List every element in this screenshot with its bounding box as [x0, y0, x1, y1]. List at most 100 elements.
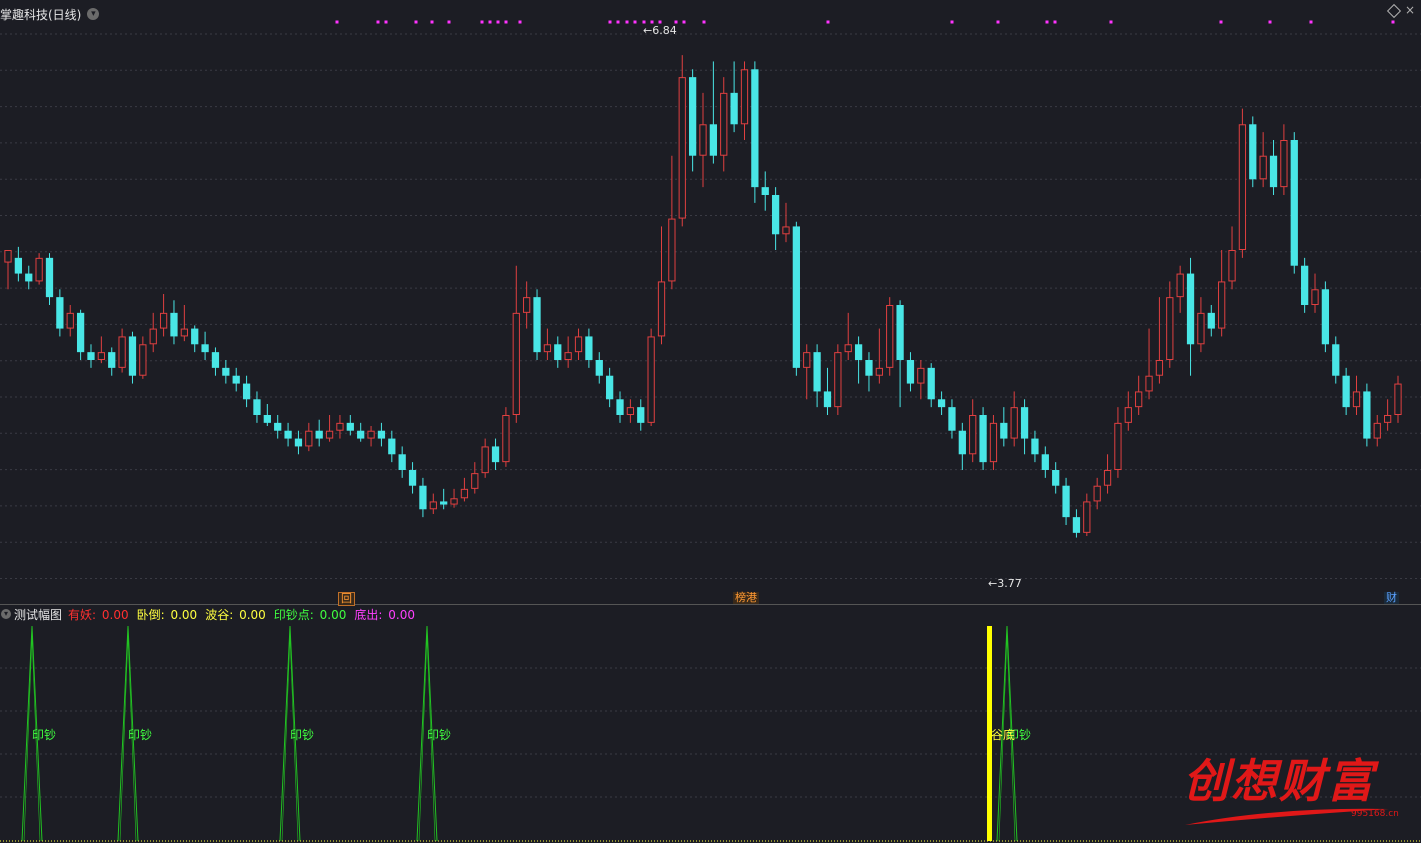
indicator-menu-icon[interactable]: ▾ — [1, 609, 11, 619]
candle[interactable] — [357, 422, 365, 442]
candle[interactable] — [979, 407, 987, 470]
candle[interactable] — [906, 352, 915, 392]
candle[interactable] — [657, 226, 666, 345]
candle[interactable] — [1259, 132, 1267, 188]
candle[interactable] — [637, 399, 645, 431]
candle[interactable] — [346, 415, 354, 436]
candle[interactable] — [170, 300, 178, 345]
candle[interactable] — [1218, 250, 1226, 337]
candle[interactable] — [128, 331, 137, 384]
candle[interactable] — [792, 221, 800, 376]
candle[interactable] — [1083, 493, 1091, 536]
candle[interactable] — [242, 375, 251, 408]
candle[interactable] — [460, 477, 469, 502]
candle[interactable] — [336, 415, 344, 439]
candle[interactable] — [1332, 336, 1340, 384]
candle[interactable] — [937, 391, 946, 415]
candle[interactable] — [108, 347, 116, 376]
candle[interactable] — [1373, 415, 1381, 447]
candle[interactable] — [1238, 108, 1247, 258]
candle[interactable] — [180, 305, 188, 342]
candle[interactable] — [398, 446, 406, 478]
candle[interactable] — [388, 430, 396, 463]
longhubang-marker[interactable]: 榜港 — [733, 592, 759, 604]
candle[interactable] — [45, 253, 54, 305]
candle[interactable] — [564, 336, 572, 368]
candle[interactable] — [1135, 375, 1143, 415]
candle[interactable] — [305, 422, 313, 452]
candle[interactable] — [1052, 462, 1060, 494]
candle[interactable] — [1352, 375, 1361, 415]
candle[interactable] — [917, 360, 925, 400]
candle[interactable] — [595, 352, 603, 384]
candle[interactable] — [678, 55, 686, 227]
candle[interactable] — [709, 61, 718, 164]
candle[interactable] — [616, 391, 624, 423]
candle[interactable] — [969, 399, 977, 463]
candle[interactable] — [471, 462, 479, 494]
candle[interactable] — [1166, 281, 1174, 368]
candle[interactable] — [1301, 257, 1309, 313]
candle[interactable] — [1062, 477, 1070, 525]
candle[interactable] — [1145, 328, 1153, 400]
candle[interactable] — [896, 300, 904, 408]
candle[interactable] — [315, 419, 323, 447]
close-icon[interactable]: × — [1405, 4, 1415, 16]
candle[interactable] — [574, 328, 583, 360]
candle[interactable] — [606, 367, 614, 408]
candle[interactable] — [502, 407, 510, 467]
candle[interactable] — [149, 312, 157, 353]
candle[interactable] — [844, 312, 852, 360]
candle[interactable] — [720, 77, 728, 172]
candle[interactable] — [1010, 391, 1018, 447]
candle[interactable] — [429, 493, 437, 514]
candle[interactable] — [803, 344, 811, 400]
candle[interactable] — [97, 336, 105, 364]
candle[interactable] — [294, 430, 303, 455]
candle[interactable] — [782, 202, 790, 243]
candle[interactable] — [139, 336, 147, 379]
candle[interactable] — [1176, 265, 1184, 313]
candle[interactable] — [1207, 305, 1215, 337]
financial-report-marker[interactable]: 财 — [1384, 592, 1399, 604]
candle[interactable] — [1031, 430, 1039, 463]
candle[interactable] — [865, 352, 873, 392]
candle[interactable] — [927, 363, 935, 408]
candle[interactable] — [191, 325, 199, 353]
candle[interactable] — [1041, 446, 1049, 478]
candle[interactable] — [377, 422, 386, 447]
candle[interactable] — [626, 399, 635, 423]
candle[interactable] — [481, 438, 489, 478]
main-chart-panel[interactable]: 掌趣科技(日线) ▾ × ←6.84 ←3.77 回 榜港 财 — [0, 0, 1421, 606]
indicator-name[interactable]: 测试幅图 — [14, 606, 62, 623]
candle[interactable] — [948, 399, 956, 439]
candle[interactable] — [751, 61, 759, 203]
candle[interactable] — [419, 477, 427, 518]
candle[interactable] — [1155, 297, 1164, 384]
candle[interactable] — [1020, 399, 1029, 455]
candle[interactable] — [35, 253, 43, 285]
candle[interactable] — [4, 250, 12, 290]
candle[interactable] — [1228, 226, 1236, 290]
candle[interactable] — [263, 404, 271, 426]
candlestick-chart[interactable] — [0, 0, 1421, 606]
huigou-marker[interactable]: 回 — [338, 592, 355, 606]
candle[interactable] — [740, 61, 749, 140]
candle[interactable] — [834, 344, 842, 415]
candle[interactable] — [688, 69, 697, 172]
candle[interactable] — [491, 438, 500, 470]
candle[interactable] — [543, 328, 552, 360]
candle[interactable] — [211, 347, 220, 376]
candle[interactable] — [118, 328, 126, 373]
candle[interactable] — [1114, 407, 1122, 478]
candle[interactable] — [87, 344, 95, 368]
candle[interactable] — [647, 328, 655, 426]
candle[interactable] — [1394, 375, 1402, 423]
candle[interactable] — [1093, 477, 1101, 510]
candle[interactable] — [1186, 257, 1195, 376]
candle[interactable] — [989, 415, 998, 470]
candle[interactable] — [450, 488, 458, 508]
candle[interactable] — [1197, 297, 1205, 353]
candle[interactable] — [512, 265, 520, 423]
candle[interactable] — [1363, 383, 1371, 447]
